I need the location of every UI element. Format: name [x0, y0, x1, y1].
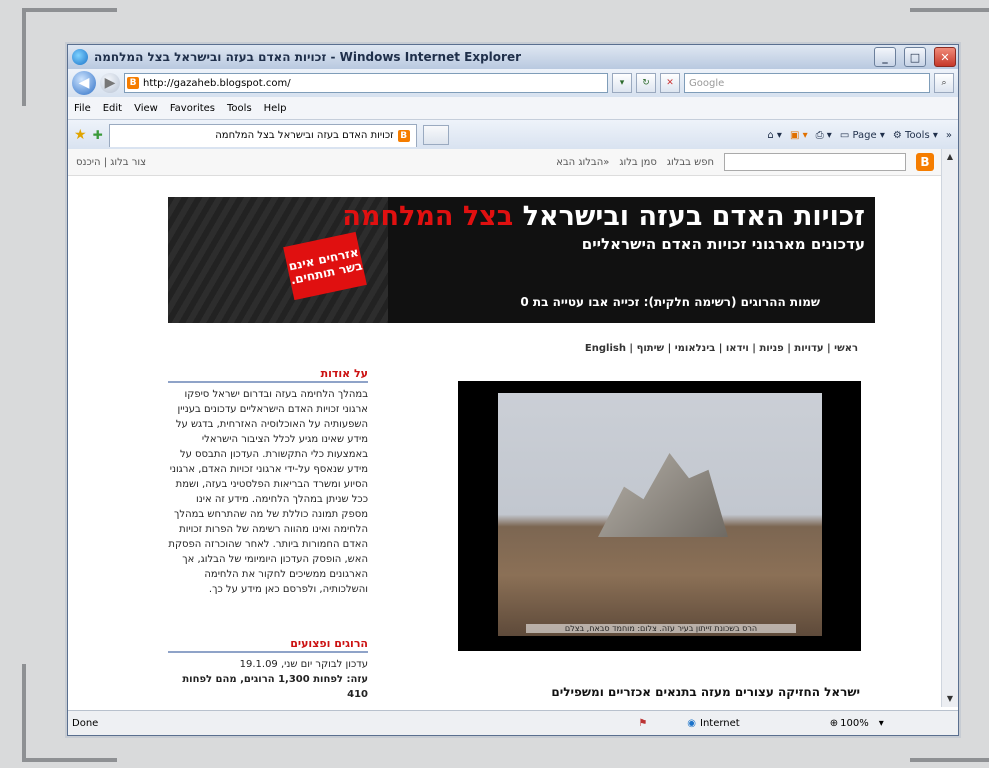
- update-date: עדכון לבוקר יום שני, 19.1.09: [239, 659, 368, 670]
- command-bar: ⌂ ▾ ▣ ▾ ⎙ ▾ ▭ Page ▾ ⚙ Tools ▾ »: [767, 130, 952, 141]
- create-blog-link[interactable]: צור בלוג | היכנס: [76, 157, 146, 168]
- next-blog-link[interactable]: הבלוג הבא»: [556, 157, 609, 168]
- sidebar: על אודות במהלך הלחימה בעזה ובדרום ישראל …: [168, 367, 368, 702]
- title-bar: זכויות האדם בעזה ובישראל בצל המלחמה - Wi…: [68, 45, 958, 69]
- victim-names-ticker: שמות ההרוגים (רשימה חלקית): זכייה אבו עט…: [520, 295, 820, 309]
- page-content: צור בלוג | היכנס הבלוג הבא» סמן בלוג חפש…: [68, 149, 942, 707]
- post-headline[interactable]: ישראל החזיקה עצורים מעזה בתנאים אכזריים …: [508, 685, 860, 699]
- zoom-level[interactable]: 100%: [840, 718, 869, 729]
- favorites-star-icon[interactable]: ★: [74, 127, 87, 143]
- about-text: במהלך הלחימה בעזה ובדרום ישראל סיפקו ארג…: [168, 389, 368, 595]
- scroll-down-icon[interactable]: ▼: [942, 691, 958, 707]
- corner-bracket-bottom-left-v: [22, 664, 26, 762]
- header-banner: אזרחים אינם בשר תותחים. זכויות האדם בעזה…: [168, 197, 875, 323]
- tools-menu[interactable]: ⚙ Tools ▾: [893, 130, 938, 141]
- main-nav[interactable]: ראשי | עדויות | פניות | וידאו | בינלאומי…: [358, 343, 858, 354]
- page-menu[interactable]: ▭ Page ▾: [840, 130, 885, 141]
- corner-bracket-top-left-h: [22, 8, 117, 12]
- corner-bracket-top-right-h: [910, 8, 989, 12]
- gaza-casualties: עזה: לפחות 1,300 הרוגים, מהם לפחות 410: [182, 674, 368, 700]
- tab-current[interactable]: זכויות האדם בעזה ובישראל בצל המלחמה B: [108, 123, 417, 147]
- status-text: Done: [72, 717, 99, 729]
- vertical-scrollbar[interactable]: ▲ ▼: [941, 149, 958, 707]
- search-icon[interactable]: ⌕: [934, 73, 954, 93]
- new-tab-button[interactable]: [422, 125, 449, 145]
- feeds-icon[interactable]: ▣ ▾: [790, 130, 808, 141]
- blog-search-input[interactable]: [724, 153, 906, 171]
- featured-photo: הרס בשכונת זייתון בעיר עזה. צלום: מוחמד …: [458, 381, 861, 651]
- menu-bar: File Edit View Favorites Tools Help: [68, 97, 958, 120]
- about-heading: על אודות: [168, 367, 368, 383]
- window-title: זכויות האדם בעזה ובישראל בצל המלחמה - Wi…: [94, 50, 522, 64]
- chevron-more-icon[interactable]: »: [946, 130, 952, 141]
- page-menu-label: Page: [852, 129, 877, 141]
- close-button[interactable]: ✕: [934, 47, 956, 67]
- home-icon[interactable]: ⌂ ▾: [767, 130, 782, 141]
- menu-tools[interactable]: Tools: [227, 103, 252, 114]
- search-blog-link[interactable]: חפש בבלוג: [667, 157, 714, 168]
- address-toolbar: ◀ ▶ B http://gazaheb.blogspot.com/ ▾ ↻ ✕…: [68, 69, 958, 97]
- add-favorite-icon[interactable]: ✚: [93, 128, 103, 142]
- zoom-icon: ⊕: [829, 717, 839, 729]
- forward-button[interactable]: ▶: [100, 73, 120, 93]
- blogger-navbar: צור בלוג | היכנס הבלוג הבא» סמן בלוג חפש…: [68, 149, 942, 176]
- status-bar: Done ⚑ ◉ Internet ⊕ 100% ▾: [68, 710, 958, 735]
- ie-icon: [72, 49, 88, 65]
- casualties-heading: הרוגים ופצועים: [168, 637, 368, 653]
- maximize-button[interactable]: □: [904, 47, 926, 67]
- corner-bracket-bottom-left-h: [22, 758, 117, 762]
- destroyed-building-image: [498, 393, 822, 636]
- menu-file[interactable]: File: [74, 103, 91, 114]
- site-favicon-icon: B: [127, 77, 139, 89]
- tools-menu-label: Tools: [905, 129, 930, 141]
- menu-view[interactable]: View: [134, 103, 158, 114]
- print-icon[interactable]: ⎙ ▾: [816, 130, 832, 141]
- globe-icon: ◉: [687, 717, 697, 729]
- back-button[interactable]: ◀: [72, 71, 96, 95]
- banner-title-red: בצל המלחמה: [342, 201, 514, 232]
- banner-title-white: זכויות האדם בעזה ובישראל: [513, 201, 865, 232]
- protected-mode-icon: ⚑: [638, 717, 648, 729]
- tab-favicon-icon: B: [397, 129, 410, 142]
- photo-caption: הרס בשכונת זייתון בעיר עזה. צלום: מוחמד …: [526, 624, 796, 633]
- address-url: http://gazaheb.blogspot.com/: [143, 77, 291, 89]
- tab-label: זכויות האדם בעזה ובישראל בצל המלחמה: [215, 130, 394, 141]
- scroll-up-icon[interactable]: ▲: [942, 149, 958, 165]
- menu-favorites[interactable]: Favorites: [170, 103, 215, 114]
- zone-label: Internet: [700, 717, 740, 729]
- blogger-logo-icon[interactable]: B: [916, 153, 934, 171]
- refresh-icon[interactable]: ↻: [636, 73, 656, 93]
- menu-edit[interactable]: Edit: [103, 103, 122, 114]
- corner-bracket-top-left-v: [22, 8, 26, 106]
- minimize-button[interactable]: _: [874, 47, 896, 67]
- menu-help[interactable]: Help: [264, 103, 287, 114]
- browser-window: זכויות האדם בעזה ובישראל בצל המלחמה - Wi…: [67, 44, 959, 736]
- stop-icon[interactable]: ✕: [660, 73, 680, 93]
- search-input[interactable]: Google: [684, 73, 930, 93]
- flag-blog-link[interactable]: סמן בלוג: [619, 157, 657, 168]
- zoom-dropdown-icon[interactable]: ▾: [879, 718, 884, 729]
- tab-bar: ★ ✚ זכויות האדם בעזה ובישראל בצל המלחמה …: [68, 120, 958, 151]
- corner-bracket-bottom-right-h: [910, 758, 989, 762]
- address-dropdown-icon[interactable]: ▾: [612, 73, 632, 93]
- banner-title: זכויות האדם בעזה ובישראל בצל המלחמה: [342, 201, 865, 232]
- address-bar[interactable]: B http://gazaheb.blogspot.com/: [124, 73, 608, 93]
- banner-subtitle: עדכונים מארגוני זכויות האדם הישראליים: [581, 235, 865, 253]
